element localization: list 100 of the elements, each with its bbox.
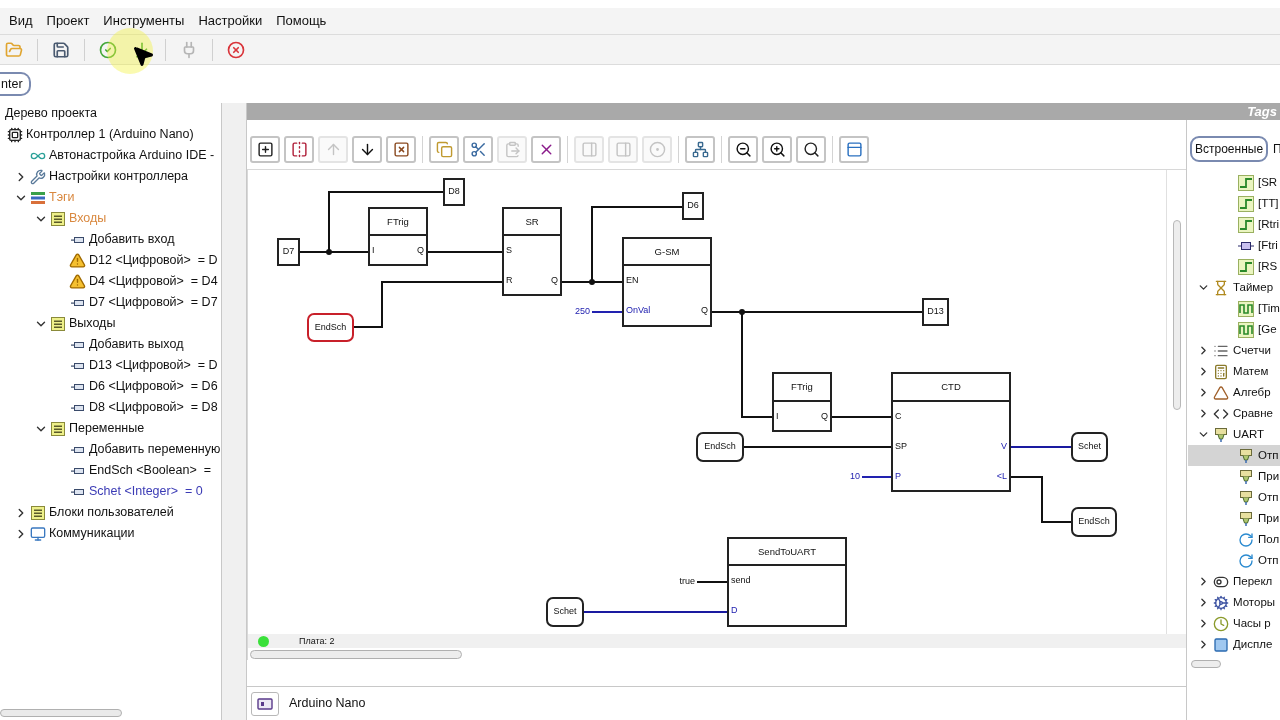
library-item[interactable]: Сравне bbox=[1233, 404, 1273, 423]
tree-item[interactable]: Добавить переменную bbox=[89, 440, 221, 459]
function-block[interactable]: G-SM EN OnVal Q bbox=[622, 237, 712, 327]
search-icon bbox=[802, 140, 820, 158]
board-button[interactable] bbox=[251, 691, 279, 716]
scrollbar-thumb[interactable] bbox=[0, 709, 122, 717]
save-icon bbox=[52, 40, 70, 59]
tree-item[interactable]: Блоки пользователей bbox=[49, 503, 174, 522]
library-tab[interactable]: Встроенные bbox=[1190, 136, 1269, 162]
variable-node[interactable]: EndSch bbox=[307, 313, 354, 342]
step-signal-icon bbox=[1238, 174, 1254, 191]
library-item[interactable]: UART bbox=[1233, 425, 1265, 444]
tag-node[interactable]: D7 bbox=[277, 238, 300, 266]
tree-item[interactable]: D12 <Цифровой> = D bbox=[89, 251, 218, 270]
scrollbar-thumb[interactable] bbox=[1172, 220, 1181, 410]
tree-item[interactable]: Контроллер 1 (Arduino Nano) bbox=[26, 125, 194, 144]
library-item[interactable]: Моторы bbox=[1233, 593, 1276, 612]
tool-button[interactable] bbox=[796, 135, 826, 163]
constant-value: 10 bbox=[849, 472, 860, 481]
pulse-signal-icon bbox=[1238, 321, 1254, 338]
library-item[interactable]: Пол bbox=[1258, 530, 1280, 549]
tree-item[interactable]: Переменные bbox=[69, 419, 145, 438]
filter-button[interactable]: nter bbox=[0, 72, 31, 96]
flip-icon bbox=[290, 140, 308, 158]
step-signal-icon bbox=[1238, 258, 1254, 275]
function-block[interactable]: FTrig I Q bbox=[772, 372, 832, 432]
menu-item[interactable]: Инструменты bbox=[96, 11, 192, 31]
library-item[interactable]: [RS bbox=[1258, 257, 1278, 276]
pin-icon bbox=[70, 403, 85, 412]
refresh-icon bbox=[1238, 531, 1254, 548]
scrollbar-thumb[interactable] bbox=[1191, 660, 1221, 668]
pin-icon bbox=[70, 235, 85, 244]
library-item[interactable]: Отп bbox=[1258, 446, 1279, 465]
pin-label: EN bbox=[626, 276, 639, 285]
board-icon bbox=[257, 697, 273, 710]
refresh-icon bbox=[1238, 552, 1254, 569]
variable-node[interactable]: Schet bbox=[546, 597, 584, 627]
warning-icon bbox=[69, 273, 86, 290]
tool-button[interactable] bbox=[762, 135, 792, 163]
tree-item[interactable]: D4 <Цифровой> = D4 bbox=[89, 272, 218, 291]
library-item[interactable]: [Ftri bbox=[1258, 236, 1278, 255]
function-block[interactable]: CTD C SP P V <L bbox=[891, 372, 1011, 492]
library-item[interactable]: Отп bbox=[1258, 551, 1279, 570]
tree-item[interactable]: D13 <Цифровой> = D bbox=[89, 356, 218, 375]
tree-item[interactable]: Коммуникации bbox=[49, 524, 135, 543]
tag-node[interactable]: D6 bbox=[682, 192, 704, 220]
stacked-bars-icon bbox=[29, 190, 46, 205]
tool-button[interactable] bbox=[352, 135, 382, 163]
tree-item[interactable]: D6 <Цифровой> = D6 bbox=[89, 377, 218, 396]
library-item[interactable]: [SR bbox=[1258, 173, 1278, 192]
tag-node[interactable]: D13 bbox=[922, 298, 949, 326]
library-item[interactable]: Счетчи bbox=[1233, 341, 1271, 360]
library-item[interactable]: Алгебр bbox=[1233, 383, 1271, 402]
variable-node[interactable]: Schet bbox=[1071, 432, 1108, 462]
tag-node[interactable]: D8 bbox=[443, 178, 465, 206]
menu-item[interactable]: Помощь bbox=[269, 11, 334, 31]
library-item[interactable]: При bbox=[1258, 509, 1280, 528]
library-item[interactable]: При bbox=[1258, 467, 1280, 486]
list-icon bbox=[50, 316, 65, 331]
scrollbar-thumb[interactable] bbox=[250, 649, 462, 659]
menu-item[interactable]: Настройки bbox=[191, 11, 270, 31]
pin-label: D bbox=[731, 606, 738, 615]
tool-button[interactable] bbox=[250, 135, 280, 163]
library-item[interactable]: Часы р bbox=[1233, 614, 1271, 633]
tree-item[interactable]: Автонастройка Arduino IDE - bbox=[49, 146, 215, 165]
plug-icon bbox=[1238, 489, 1254, 506]
block-title: G-SM bbox=[654, 246, 680, 257]
tree-item[interactable]: Выходы bbox=[69, 314, 116, 333]
tree-item[interactable]: Настройки контроллера bbox=[49, 167, 189, 186]
function-block[interactable]: FTrig I Q bbox=[368, 207, 428, 266]
menu-item[interactable]: Вид bbox=[2, 11, 40, 31]
variable-node[interactable]: EndSch bbox=[1071, 507, 1117, 537]
library-item[interactable]: Перекл bbox=[1233, 572, 1273, 591]
menu-item[interactable]: Проект bbox=[39, 11, 97, 31]
library-item[interactable]: Матем bbox=[1233, 362, 1269, 381]
pin-icon bbox=[70, 382, 85, 391]
function-block[interactable]: SR S R Q bbox=[502, 207, 562, 296]
function-block[interactable]: SendToUART send D bbox=[727, 537, 847, 627]
constant-value: 250 bbox=[573, 307, 590, 316]
selected-row[interactable]: Отп bbox=[1188, 445, 1280, 466]
square-x-icon bbox=[392, 140, 410, 158]
list-icon bbox=[50, 421, 65, 436]
library-item[interactable]: Таймер bbox=[1233, 278, 1274, 297]
library-tab[interactable]: П bbox=[1270, 136, 1280, 162]
library-item[interactable]: Диспле bbox=[1233, 635, 1273, 654]
tree-item[interactable]: EndSch <Boolean> = bbox=[89, 461, 211, 480]
library-item[interactable]: Отп bbox=[1258, 488, 1279, 507]
tool-button[interactable] bbox=[728, 135, 758, 163]
variable-node[interactable]: EndSch bbox=[696, 432, 744, 462]
tree-item[interactable]: Schet <Integer> = 0 bbox=[89, 482, 203, 501]
tree-item[interactable]: D8 <Цифровой> = D8 bbox=[89, 398, 218, 417]
library-item[interactable]: [Ge bbox=[1258, 320, 1277, 339]
tree-item[interactable]: D7 <Цифровой> = D7 bbox=[89, 293, 218, 312]
tree-item[interactable]: Добавить выход bbox=[89, 335, 184, 354]
library-item[interactable]: [Tim bbox=[1258, 299, 1280, 318]
library-item[interactable]: [TT] bbox=[1258, 194, 1279, 213]
tree-item[interactable]: Добавить вход bbox=[89, 230, 175, 249]
pin-label: send bbox=[731, 576, 751, 585]
plug-icon bbox=[1238, 510, 1254, 527]
library-item[interactable]: [Rtri bbox=[1258, 215, 1280, 234]
